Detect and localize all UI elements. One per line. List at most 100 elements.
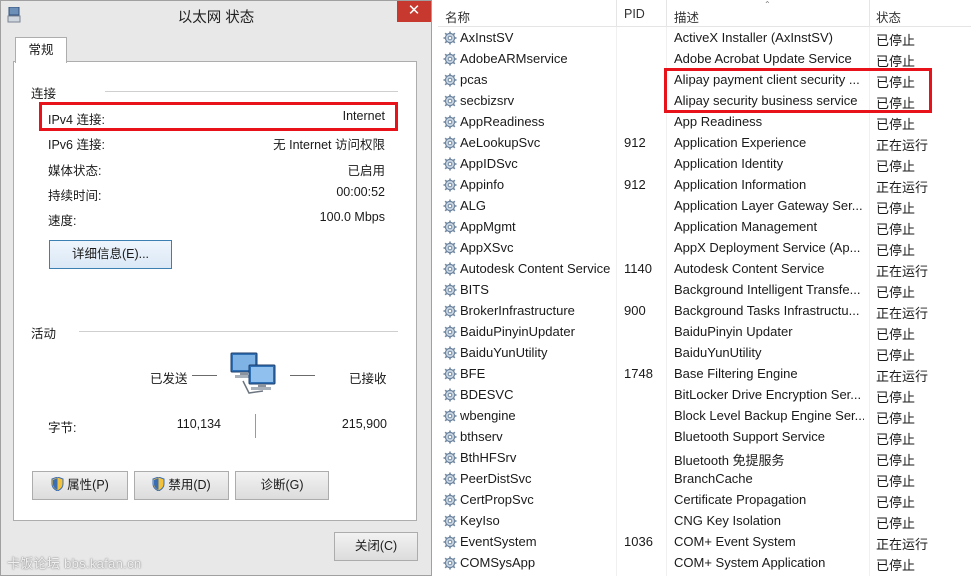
- service-row[interactable]: PeerDistSvc BranchCache 已停止: [438, 469, 971, 490]
- service-status: 已停止: [876, 516, 916, 531]
- column-header-name[interactable]: 名称: [445, 7, 470, 26]
- service-status: 已停止: [876, 243, 916, 258]
- column-header-description[interactable]: 描述: [674, 7, 699, 26]
- service-description: Application Experience: [674, 135, 807, 150]
- ethernet-status-dialog: 以太网 状态 ✕ 常规 连接 IPv4 连接: Internet IPv6 连接: 无…: [0, 0, 432, 576]
- service-status: 已停止: [876, 33, 916, 48]
- service-gear-icon: [443, 178, 457, 192]
- service-row[interactable]: BrokerInfrastructure 900 Background Tasks …: [438, 301, 971, 322]
- service-gear-icon: [443, 157, 457, 171]
- service-description: Background Tasks Infrastructu...: [674, 303, 860, 318]
- service-name: AppReadiness: [460, 114, 545, 129]
- column-header-status[interactable]: 状态: [876, 7, 901, 26]
- close-icon[interactable]: ✕: [397, 1, 431, 22]
- service-row[interactable]: BaiduYunUtility BaiduYunUtility 已停止: [438, 343, 971, 364]
- service-status: 已停止: [876, 558, 916, 573]
- received-dash: ——: [290, 368, 315, 382]
- service-description: Application Layer Gateway Ser...: [674, 198, 863, 213]
- service-description: Application Information: [674, 177, 807, 192]
- received-label: 已接收: [349, 372, 387, 386]
- column-separator[interactable]: [666, 0, 667, 27]
- column-header-pid[interactable]: PID: [624, 7, 645, 21]
- title-bar[interactable]: 以太网 状态 ✕: [1, 1, 431, 29]
- service-name: CertPropSvc: [460, 492, 534, 507]
- value-speed: 100.0 Mbps: [319, 210, 385, 224]
- service-row[interactable]: AppXSvc AppX Deployment Service (Ap... 已停止: [438, 238, 971, 259]
- services-list: 名称 PID 描述 ⌃ 状态 AxInstSV ActiveX Installer…: [438, 0, 971, 576]
- service-description: Block Level Backup Engine Ser...: [674, 408, 864, 423]
- value-duration: 00:00:52: [336, 185, 385, 199]
- service-description: App Readiness: [674, 114, 763, 129]
- service-row[interactable]: KeyIso CNG Key Isolation 已停止: [438, 511, 971, 532]
- service-description: COM+ Event System: [674, 534, 796, 549]
- column-separator[interactable]: [869, 0, 870, 27]
- service-pid: 1140: [624, 261, 652, 276]
- service-row[interactable]: AppReadiness App Readiness 已停止: [438, 112, 971, 133]
- service-pid: 900: [624, 303, 646, 318]
- service-description: Adobe Acrobat Update Service: [674, 51, 852, 66]
- service-name: BaiduYunUtility: [460, 345, 548, 360]
- service-gear-icon: [443, 451, 457, 465]
- tab-general[interactable]: 常规: [15, 37, 67, 63]
- service-row[interactable]: BDESVC BitLocker Drive Encryption Ser... 已…: [438, 385, 971, 406]
- service-row[interactable]: ALG Application Layer Gateway Ser... 已停止: [438, 196, 971, 217]
- service-row[interactable]: bthserv Bluetooth Support Service 已停止: [438, 427, 971, 448]
- section-connection: 连接: [31, 87, 57, 101]
- service-gear-icon: [443, 283, 457, 297]
- properties-button[interactable]: 属性(P): [32, 471, 128, 500]
- service-name: BITS: [460, 282, 489, 297]
- service-gear-icon: [443, 514, 457, 528]
- highlight-ipv4: [39, 102, 398, 131]
- service-gear-icon: [443, 493, 457, 507]
- service-gear-icon: [443, 409, 457, 423]
- service-row[interactable]: Appinfo 912 Application Information 正在运行: [438, 175, 971, 196]
- service-name: PeerDistSvc: [460, 471, 532, 486]
- service-row[interactable]: EventSystem 1036 COM+ Event System 正在运行: [438, 532, 971, 553]
- service-gear-icon: [443, 304, 457, 318]
- service-description: BitLocker Drive Encryption Ser...: [674, 387, 862, 402]
- service-name: AdobeARMservice: [460, 51, 568, 66]
- service-row[interactable]: CertPropSvc Certificate Propagation 已停止: [438, 490, 971, 511]
- service-name: BDESVC: [460, 387, 514, 402]
- service-name: pcas: [460, 72, 488, 87]
- service-name: BaiduPinyinUpdater: [460, 324, 575, 339]
- service-gear-icon: [443, 73, 457, 87]
- service-row[interactable]: BITS Background Intelligent Transfe... 已停止: [438, 280, 971, 301]
- column-separator[interactable]: [616, 0, 617, 27]
- service-row[interactable]: BFE 1748 Base Filtering Engine 正在运行: [438, 364, 971, 385]
- service-row[interactable]: AeLookupSvc 912 Application Experience 正在运行: [438, 133, 971, 154]
- service-status: 已停止: [876, 117, 916, 132]
- sent-dash: ——: [192, 368, 217, 382]
- service-gear-icon: [443, 136, 457, 150]
- service-row[interactable]: AppIDSvc Application Identity 已停止: [438, 154, 971, 175]
- service-row[interactable]: BthHFSrv Bluetooth 免提服务 已停止: [438, 448, 971, 469]
- service-status: 已停止: [876, 285, 916, 300]
- service-name: AeLookupSvc: [460, 135, 541, 150]
- bytes-received-value: 215,900: [341, 417, 387, 431]
- service-status: 正在运行: [876, 537, 929, 552]
- service-row[interactable]: Autodesk Content Service 1140 Autodesk Con…: [438, 259, 971, 280]
- service-name: wbengine: [460, 408, 516, 423]
- service-status: 正在运行: [876, 138, 929, 153]
- service-gear-icon: [443, 388, 457, 402]
- service-status: 已停止: [876, 327, 916, 342]
- service-row[interactable]: AdobeARMservice Adobe Acrobat Update Serv…: [438, 49, 971, 70]
- diagnose-button[interactable]: 诊断(G): [235, 471, 329, 500]
- service-row[interactable]: AppMgmt Application Management 已停止: [438, 217, 971, 238]
- service-status: 已停止: [876, 201, 916, 216]
- service-row[interactable]: wbengine Block Level Backup Engine Ser...…: [438, 406, 971, 427]
- service-row[interactable]: COMSysApp COM+ System Application 已停止: [438, 553, 971, 574]
- close-button[interactable]: 关闭(C): [334, 532, 418, 561]
- network-computers-icon: [230, 352, 276, 394]
- service-gear-icon: [443, 556, 457, 570]
- service-status: 正在运行: [876, 369, 929, 384]
- service-row[interactable]: AxInstSV ActiveX Installer (AxInstSV) 已停止: [438, 28, 971, 49]
- service-row[interactable]: BaiduPinyinUpdater BaiduPinyin Updater 已停止: [438, 322, 971, 343]
- label-ipv6: IPv6 连接:: [48, 138, 105, 152]
- service-name: BthHFSrv: [460, 450, 517, 465]
- service-description: Application Management: [674, 219, 818, 234]
- service-pid: 912: [624, 177, 646, 192]
- details-button[interactable]: 详细信息(E)...: [49, 240, 172, 269]
- disable-button[interactable]: 禁用(D): [134, 471, 229, 500]
- service-gear-icon: [443, 52, 457, 66]
